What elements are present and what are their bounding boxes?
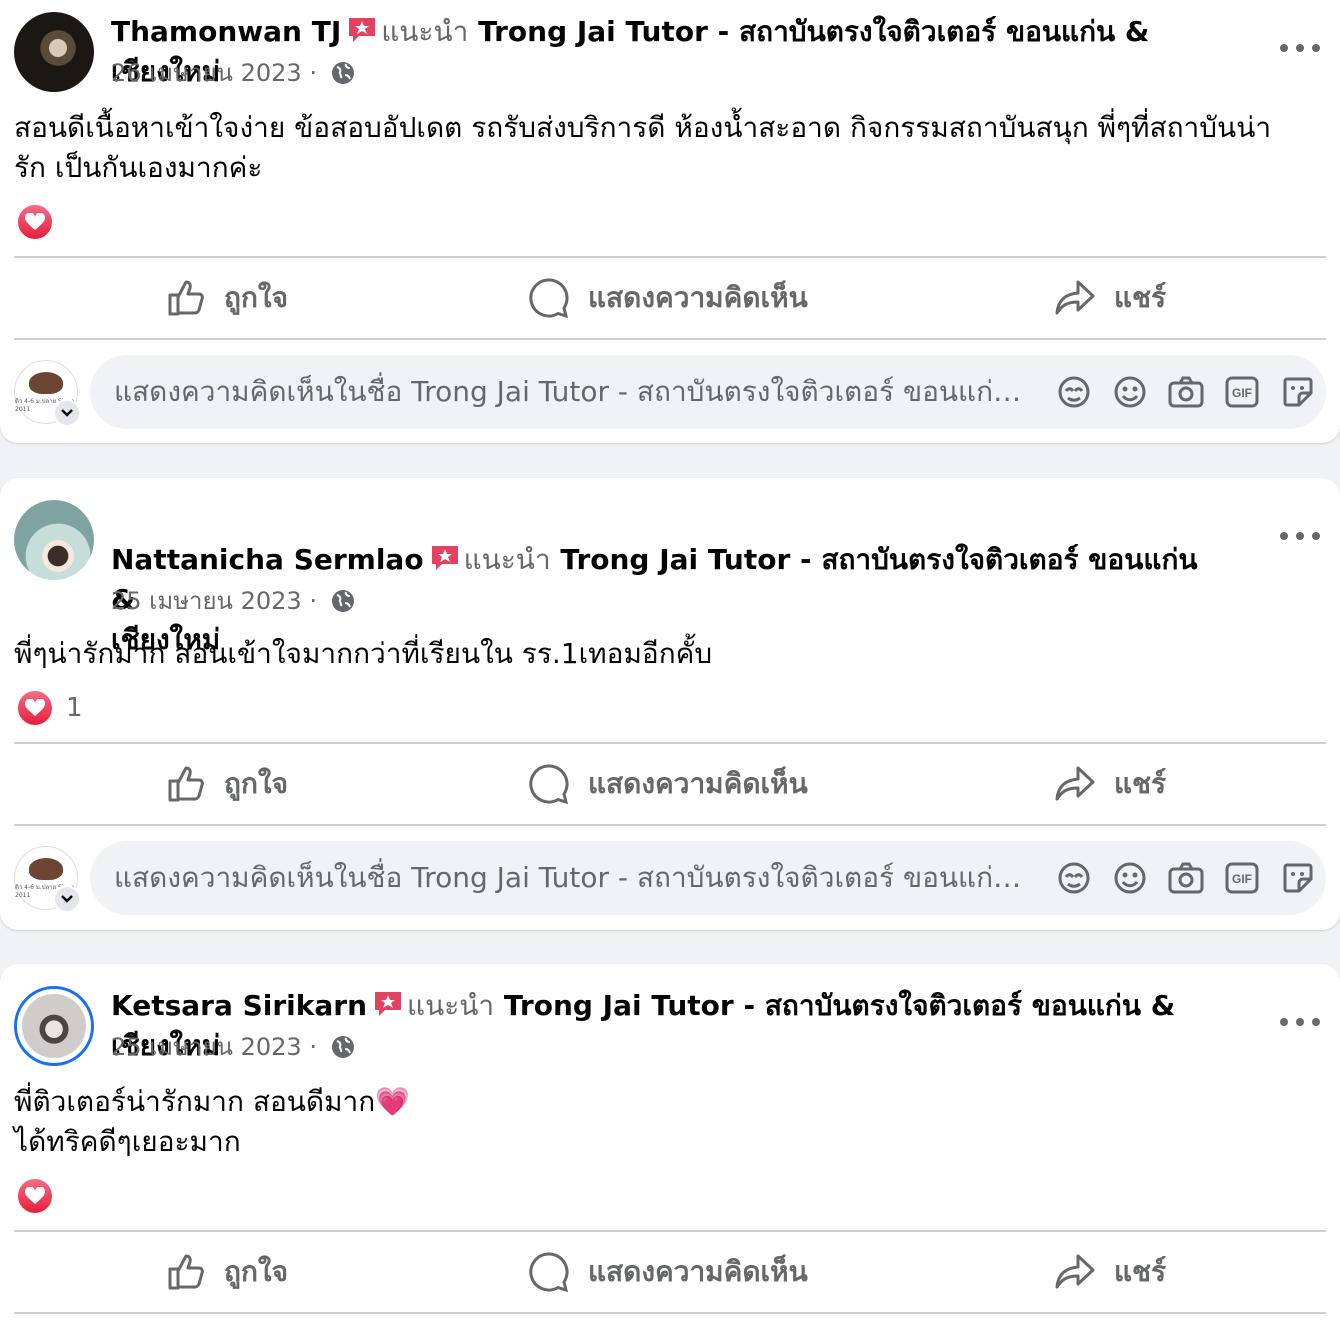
like-icon (168, 1254, 204, 1290)
like-button[interactable]: ถูกใจ (166, 1232, 288, 1312)
more-options-icon[interactable] (1280, 38, 1320, 58)
globe-icon (331, 589, 355, 613)
reaction-summary[interactable] (16, 1176, 66, 1216)
like-label: ถูกใจ (224, 281, 288, 314)
emoji-icon[interactable] (1112, 374, 1148, 410)
sticker-icon[interactable] (1280, 860, 1316, 896)
post-date[interactable]: 25 เมษายน 2023 (111, 587, 302, 615)
meta-separator: · (309, 1033, 317, 1061)
comment-icon (529, 278, 569, 319)
comment-placeholder: แสดงความคิดเห็นในชื่อ Trong Jai Tutor - … (114, 375, 1024, 408)
divider (14, 1312, 1326, 1314)
page-logo-icon (29, 371, 63, 394)
comment-input[interactable]: แสดงความคิดเห็นในชื่อ Trong Jai Tutor - … (90, 841, 1326, 915)
comment-button[interactable]: แสดงความคิดเห็น (528, 1232, 808, 1312)
recommend-badge-icon (347, 15, 377, 43)
comment-button[interactable]: แสดงความคิดเห็น (528, 744, 808, 824)
camera-icon[interactable] (1168, 860, 1204, 896)
post-text: พี่ๆน่ารักมาก สอนเข้าใจมากกว่าที่เรียนใน… (14, 637, 713, 670)
divider (14, 338, 1326, 340)
meta-separator: · (309, 59, 317, 87)
author-name[interactable]: Nattanicha Sermlao (111, 543, 424, 576)
share-icon (1055, 766, 1095, 801)
post-card: Thamonwan TJ แนะนำ Trong Jai Tutor - สถาบ… (0, 0, 1340, 443)
page-avatar[interactable]: ติว 4-6 ม.ปลาย Since 2011 (14, 360, 81, 427)
post-card: Ketsara Sirikarn แนะนำ Trong Jai Tutor - … (0, 964, 1340, 1326)
post-meta: 25 เมษายน 2023 · (111, 586, 355, 616)
post-actions: ถูกใจ แสดงความคิดเห็น แชร์ (14, 1232, 1326, 1312)
comment-input[interactable]: แสดงความคิดเห็นในชื่อ Trong Jai Tutor - … (90, 355, 1326, 429)
share-button[interactable]: แชร์ (1054, 1232, 1166, 1312)
share-button[interactable]: แชร์ (1054, 258, 1166, 338)
love-reaction-icon (16, 689, 54, 727)
author-name[interactable]: Ketsara Sirikarn (111, 989, 367, 1022)
comment-label: แสดงความคิดเห็น (588, 281, 808, 314)
post-actions: ถูกใจ แสดงความคิดเห็น แชร์ (14, 258, 1326, 338)
like-label: ถูกใจ (224, 767, 288, 800)
recommends-label: แนะนำ (381, 15, 469, 48)
reaction-summary[interactable]: 1 (16, 688, 83, 728)
recommend-badge-icon (373, 989, 403, 1017)
sticker-icon[interactable] (1280, 374, 1316, 410)
share-label: แชร์ (1114, 1255, 1167, 1288)
recommends-label: แนะนำ (463, 543, 551, 576)
share-icon (1055, 1254, 1095, 1289)
author-avatar[interactable] (14, 500, 94, 580)
comment-composer: ติว 4-6 ม.ปลาย Since 2011 แสดงความคิดเห็… (14, 355, 1326, 429)
share-icon (1055, 280, 1095, 315)
share-label: แชร์ (1114, 281, 1167, 314)
comment-icon (529, 1252, 569, 1293)
author-avatar[interactable] (14, 986, 94, 1066)
gif-label: GIF (1232, 872, 1252, 886)
divider (14, 824, 1326, 826)
emoji-icon[interactable] (1112, 860, 1148, 896)
love-reaction-icon (16, 1177, 54, 1215)
more-options-icon[interactable] (1280, 526, 1320, 546)
reaction-count: 1 (66, 693, 83, 723)
avatar-sticker-icon[interactable] (1056, 374, 1092, 410)
post-text: พี่ติวเตอร์น่ารักมาก สอนดีมาก💗 ได้ทริคดี… (14, 1085, 411, 1158)
comment-label: แสดงความคิดเห็น (588, 767, 808, 800)
like-label: ถูกใจ (224, 1255, 288, 1288)
gif-label: GIF (1232, 386, 1252, 400)
like-button[interactable]: ถูกใจ (166, 744, 288, 824)
recommend-badge-icon (430, 543, 460, 571)
comment-label: แสดงความคิดเห็น (588, 1255, 808, 1288)
globe-icon (331, 61, 355, 85)
love-reaction-icon (16, 203, 54, 241)
comment-placeholder: แสดงความคิดเห็นในชื่อ Trong Jai Tutor - … (114, 861, 1024, 894)
share-button[interactable]: แชร์ (1054, 744, 1166, 824)
more-options-icon[interactable] (1280, 1012, 1320, 1032)
share-label: แชร์ (1114, 767, 1167, 800)
post-date[interactable]: 25 เมษายน 2023 (111, 1033, 302, 1061)
avatar-sticker-icon[interactable] (1056, 860, 1092, 896)
gif-icon[interactable]: GIF (1224, 374, 1260, 410)
like-icon (168, 766, 204, 802)
comment-icon (529, 764, 569, 805)
post-card: Nattanicha Sermlao แนะนำ Trong Jai Tutor … (0, 478, 1340, 930)
chevron-down-icon[interactable] (53, 399, 81, 427)
globe-icon (331, 1035, 355, 1059)
like-icon (168, 280, 204, 316)
comment-composer: ติว 4-6 ม.ปลาย Since 2011 แสดงความคิดเห็… (14, 841, 1326, 915)
reaction-summary[interactable] (16, 202, 66, 242)
author-name[interactable]: Thamonwan TJ (111, 15, 341, 48)
post-actions: ถูกใจ แสดงความคิดเห็น แชร์ (14, 744, 1326, 824)
post-date[interactable]: 26 เมษายน 2023 (111, 59, 302, 87)
page-avatar[interactable]: ติว 4-6 ม.ปลาย Since 2011 (14, 846, 81, 913)
comment-button[interactable]: แสดงความคิดเห็น (528, 258, 808, 338)
post-meta: 25 เมษายน 2023 · (111, 1032, 355, 1062)
recommends-label: แนะนำ (407, 989, 495, 1022)
gif-icon[interactable]: GIF (1224, 860, 1260, 896)
chevron-down-icon[interactable] (53, 885, 81, 913)
meta-separator: · (309, 587, 317, 615)
author-avatar[interactable] (14, 12, 94, 92)
post-text: สอนดีเนื้อหาเข้าใจง่าย ข้อสอบอัปเดต รถรั… (14, 111, 1272, 184)
camera-icon[interactable] (1168, 374, 1204, 410)
page-logo-icon (29, 857, 63, 880)
post-meta: 26 เมษายน 2023 · (111, 58, 355, 88)
like-button[interactable]: ถูกใจ (166, 258, 288, 338)
